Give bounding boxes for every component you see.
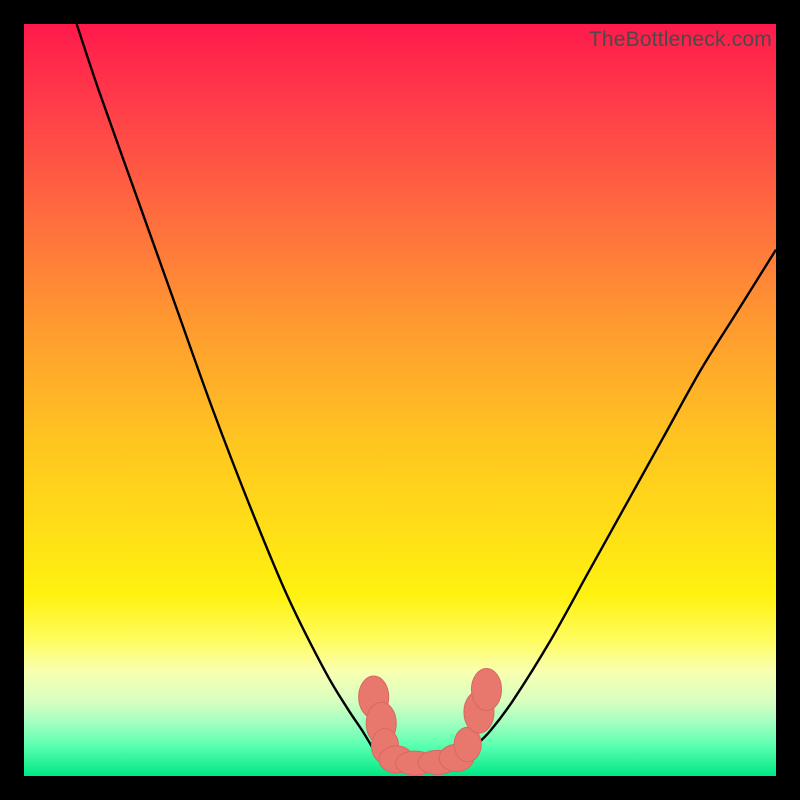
marker-dot	[471, 668, 501, 710]
marker-group	[359, 668, 502, 775]
curve-right	[475, 250, 776, 746]
plot-area	[24, 24, 776, 776]
chart-frame: TheBottleneck.com	[0, 0, 800, 800]
bottleneck-curve-svg	[24, 24, 776, 776]
watermark-text: TheBottleneck.com	[589, 28, 772, 52]
curve-left	[77, 24, 374, 750]
